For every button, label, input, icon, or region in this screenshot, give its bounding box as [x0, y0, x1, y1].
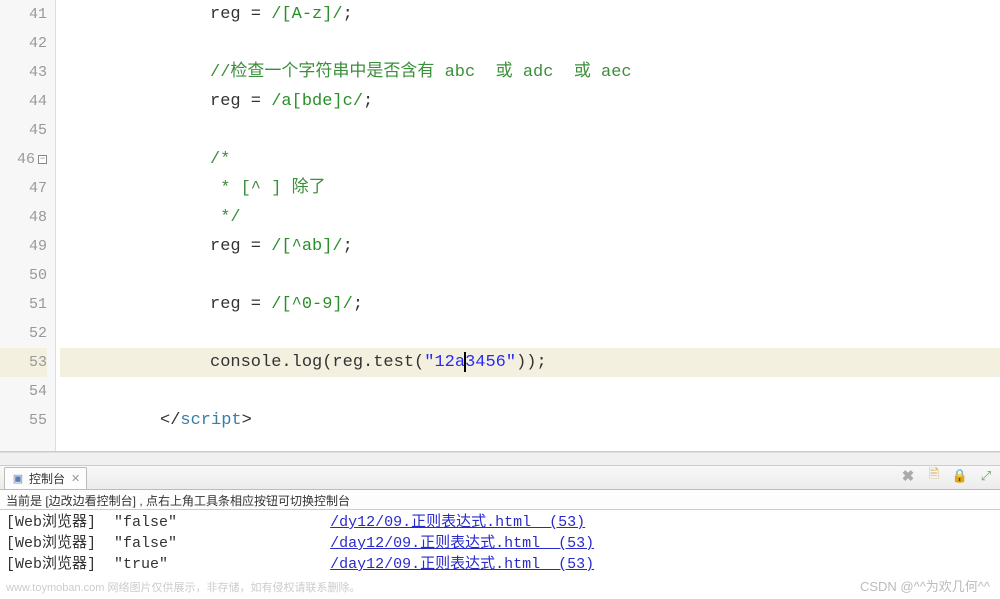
code-line[interactable]: </script>	[60, 406, 1000, 435]
switch-console-icon[interactable]: ⤢	[978, 468, 994, 484]
code-content[interactable]: reg = /[A-z]/; //检查一个字符串中是否含有 abc 或 adc 或…	[56, 0, 1000, 451]
console-source: [Web浏览器]	[6, 514, 96, 531]
code-line[interactable]: console.log(reg.test("12a3456"));	[60, 348, 1000, 377]
tab-console[interactable]: ▣ 控制台 ✕	[4, 467, 87, 489]
console-source: [Web浏览器]	[6, 556, 96, 573]
token: ;	[363, 92, 373, 111]
token: console.log(reg.test(	[210, 353, 424, 372]
line-number: 52	[0, 319, 47, 348]
line-number-gutter: 414243444546−474849505152535455	[0, 0, 56, 451]
line-number: 43	[0, 58, 47, 87]
console-source-link[interactable]: /day12/09.正则表达式.html (53)	[330, 535, 594, 552]
code-line[interactable]	[60, 377, 1000, 406]
line-number: 53	[0, 348, 47, 377]
token: "12a	[424, 353, 465, 372]
line-number: 51	[0, 290, 47, 319]
tab-console-label: 控制台	[29, 470, 65, 487]
line-number: 41	[0, 0, 47, 29]
token: /[A-z]/	[271, 5, 342, 24]
line-number: 47	[0, 174, 47, 203]
token: /[^0-9]/	[271, 295, 353, 314]
console-source-link[interactable]: /dy12/09.正则表达式.html (53)	[330, 514, 585, 531]
line-number: 42	[0, 29, 47, 58]
token: /*	[210, 150, 230, 169]
line-number: 49	[0, 232, 47, 261]
line-number: 55	[0, 406, 47, 435]
token: script	[180, 411, 241, 430]
close-icon[interactable]: ✕	[71, 472, 80, 485]
token: ;	[343, 237, 353, 256]
code-line[interactable]: reg = /[^ab]/;	[60, 232, 1000, 261]
console-icon: ▣	[11, 471, 25, 485]
console-row: [Web浏览器] "false" /day12/09.正则表达式.html (5…	[6, 533, 994, 554]
panel-toolbar: ✖ 🗎 🔒 ⤢	[900, 468, 994, 484]
code-line[interactable]: //检查一个字符串中是否含有 abc 或 adc 或 aec	[60, 58, 1000, 87]
token: * [^ ] 除了	[210, 179, 326, 198]
console-value: "true"	[114, 556, 168, 573]
token: reg =	[210, 237, 271, 256]
code-line[interactable]	[60, 116, 1000, 145]
console-tab-bar: ▣ 控制台 ✕ ✖ 🗎 🔒 ⤢	[0, 466, 1000, 490]
line-number: 54	[0, 377, 47, 406]
console-output[interactable]: [Web浏览器] "false" /dy12/09.正则表达式.html (53…	[0, 510, 1000, 577]
watermark-right: CSDN @^^为欢几何^^	[860, 576, 990, 595]
code-line[interactable]: */	[60, 203, 1000, 232]
line-number: 44	[0, 87, 47, 116]
console-hint: 当前是 [边改边看控制台] , 点右上角工具条相应按钮可切换控制台	[0, 490, 1000, 510]
code-line[interactable]	[60, 319, 1000, 348]
token: /a[bde]c/	[271, 92, 363, 111]
console-value: "false"	[114, 514, 177, 531]
token: ;	[353, 295, 363, 314]
token: */	[210, 208, 241, 227]
fold-minus-icon[interactable]: −	[38, 155, 47, 164]
line-number: 50	[0, 261, 47, 290]
code-editor[interactable]: 414243444546−474849505152535455 reg = /[…	[0, 0, 1000, 452]
token: ));	[516, 353, 547, 372]
line-number: 45	[0, 116, 47, 145]
document-icon[interactable]: 🗎	[926, 468, 942, 484]
clear-icon[interactable]: ✖	[900, 468, 916, 484]
watermark-left: www.toymoban.com 网络图片仅供展示，非存储，如有侵权请联系删除。	[6, 579, 360, 595]
console-source: [Web浏览器]	[6, 535, 96, 552]
console-source-link[interactable]: /day12/09.正则表达式.html (53)	[330, 556, 594, 573]
token: reg =	[210, 295, 271, 314]
console-row: [Web浏览器] "true" /day12/09.正则表达式.html (53…	[6, 554, 994, 575]
code-line[interactable]: reg = /[A-z]/;	[60, 0, 1000, 29]
lock-icon[interactable]: 🔒	[952, 468, 968, 484]
token: reg =	[210, 92, 271, 111]
code-line[interactable]: reg = /[^0-9]/;	[60, 290, 1000, 319]
line-number: 46−	[0, 145, 47, 174]
code-line[interactable]: reg = /a[bde]c/;	[60, 87, 1000, 116]
console-row: [Web浏览器] "false" /dy12/09.正则表达式.html (53…	[6, 512, 994, 533]
token: /[^ab]/	[271, 237, 342, 256]
line-number: 48	[0, 203, 47, 232]
code-line[interactable]	[60, 29, 1000, 58]
token: >	[242, 411, 252, 430]
code-line[interactable]	[60, 261, 1000, 290]
code-line[interactable]: * [^ ] 除了	[60, 174, 1000, 203]
token: 3456"	[465, 353, 516, 372]
console-value: "false"	[114, 535, 177, 552]
token: reg =	[210, 5, 271, 24]
horizontal-scrollbar[interactable]	[0, 452, 1000, 466]
code-line[interactable]: /*	[60, 145, 1000, 174]
token: //检查一个字符串中是否含有 abc 或 adc 或 aec	[210, 63, 632, 82]
token: ;	[343, 5, 353, 24]
token: </	[160, 411, 180, 430]
